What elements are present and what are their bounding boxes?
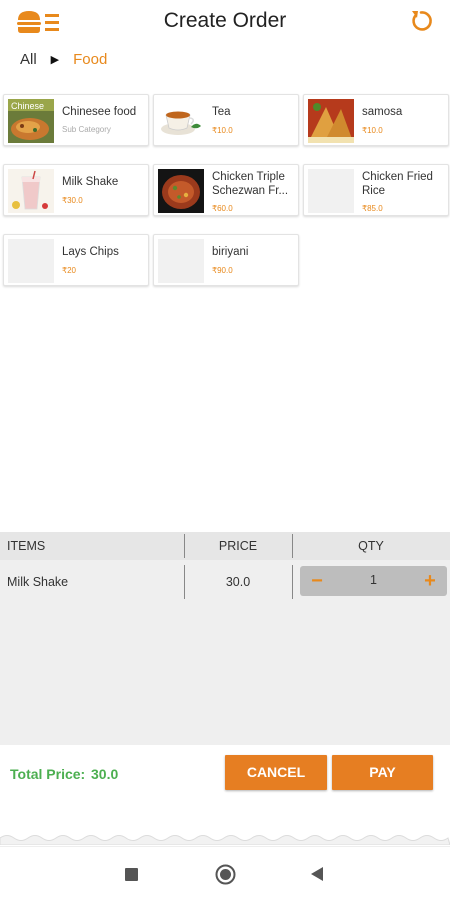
table-row: Milk Shake 30.0 − 1 + xyxy=(0,565,450,599)
breadcrumb: All ▶ Food xyxy=(20,48,107,70)
tea-image xyxy=(158,99,204,143)
svg-text:Chinese: Chinese xyxy=(11,101,44,111)
product-card-chicken-schezwan[interactable]: Chicken Triple Schezwan Fr... ₹60.0 xyxy=(153,164,299,216)
product-price: ₹90.0 xyxy=(212,266,233,275)
column-header-qty: QTY xyxy=(358,539,384,553)
back-icon[interactable] xyxy=(310,866,324,882)
column-divider xyxy=(292,565,293,599)
blank-image xyxy=(8,239,54,283)
column-header-price: PRICE xyxy=(218,539,258,553)
app-header: Create Order xyxy=(0,0,450,44)
breadcrumb-food[interactable]: Food xyxy=(73,51,107,68)
product-price: ₹85.0 xyxy=(362,204,383,213)
product-price: ₹60.0 xyxy=(212,204,233,213)
column-header-items: ITEMS xyxy=(7,539,46,553)
order-item-name: Milk Shake xyxy=(7,575,69,589)
product-name: Chinesee food xyxy=(62,106,137,118)
product-name: samosa xyxy=(362,106,403,118)
home-icon[interactable] xyxy=(215,864,236,885)
product-price: ₹20 xyxy=(62,266,76,275)
order-item-price: 30.0 xyxy=(225,575,251,589)
product-card-chicken-fried-rice[interactable]: Chicken Fried Rice ₹85.0 xyxy=(303,164,449,216)
quantity-stepper: − 1 + xyxy=(300,566,447,596)
milk-shake-image xyxy=(8,169,54,213)
total-price-label: Total Price: xyxy=(10,766,86,782)
recent-apps-icon[interactable] xyxy=(125,868,138,881)
page-title: Create Order xyxy=(163,9,287,32)
product-name: Lays Chips xyxy=(62,246,119,258)
refresh-icon[interactable] xyxy=(408,8,434,34)
product-name: Tea xyxy=(212,106,231,118)
chicken-schezwan-image xyxy=(158,169,204,213)
system-navigation-bar xyxy=(0,846,450,900)
pay-button[interactable]: PAY xyxy=(332,755,433,790)
product-name: Milk Shake xyxy=(62,176,119,188)
triangle-right-icon: ▶ xyxy=(50,53,60,66)
wave-divider xyxy=(0,835,450,845)
product-price: ₹10.0 xyxy=(212,126,233,135)
product-name: biriyani xyxy=(212,246,249,258)
product-subtitle: Sub Category xyxy=(62,125,111,134)
product-card-tea[interactable]: Tea ₹10.0 xyxy=(153,94,299,146)
increase-quantity-button[interactable]: + xyxy=(417,568,443,594)
product-name: Chicken Fried Rice xyxy=(362,171,433,197)
order-table-header: ITEMS PRICE QTY xyxy=(0,532,450,560)
breadcrumb-all[interactable]: All xyxy=(20,51,37,68)
product-card-lays-chips[interactable]: Lays Chips ₹20 xyxy=(3,234,149,286)
total-price-value: 30.0 xyxy=(91,766,119,782)
blank-image xyxy=(308,169,354,213)
product-card-biriyani[interactable]: biriyani ₹90.0 xyxy=(153,234,299,286)
cancel-button[interactable]: CANCEL xyxy=(225,755,327,790)
product-name: Chicken Triple Schezwan Fr... xyxy=(212,171,289,197)
product-card-milk-shake[interactable]: Milk Shake ₹30.0 xyxy=(3,164,149,216)
product-price: ₹10.0 xyxy=(362,126,383,135)
order-footer: Total Price: 30.0 CANCEL PAY xyxy=(0,745,450,845)
decrease-quantity-button[interactable]: − xyxy=(304,568,330,594)
column-divider xyxy=(292,534,293,558)
blank-image xyxy=(158,239,204,283)
chinese-food-image: Chinese xyxy=(8,99,54,143)
quantity-value: 1 xyxy=(370,573,377,587)
product-card-chinese-food[interactable]: Chinese Chinesee food Sub Category xyxy=(3,94,149,146)
column-divider xyxy=(184,534,185,558)
product-card-samosa[interactable]: samosa ₹10.0 xyxy=(303,94,449,146)
product-price: ₹30.0 xyxy=(62,196,83,205)
order-table-body: Milk Shake 30.0 − 1 + xyxy=(0,560,450,745)
samosa-image xyxy=(308,99,354,143)
